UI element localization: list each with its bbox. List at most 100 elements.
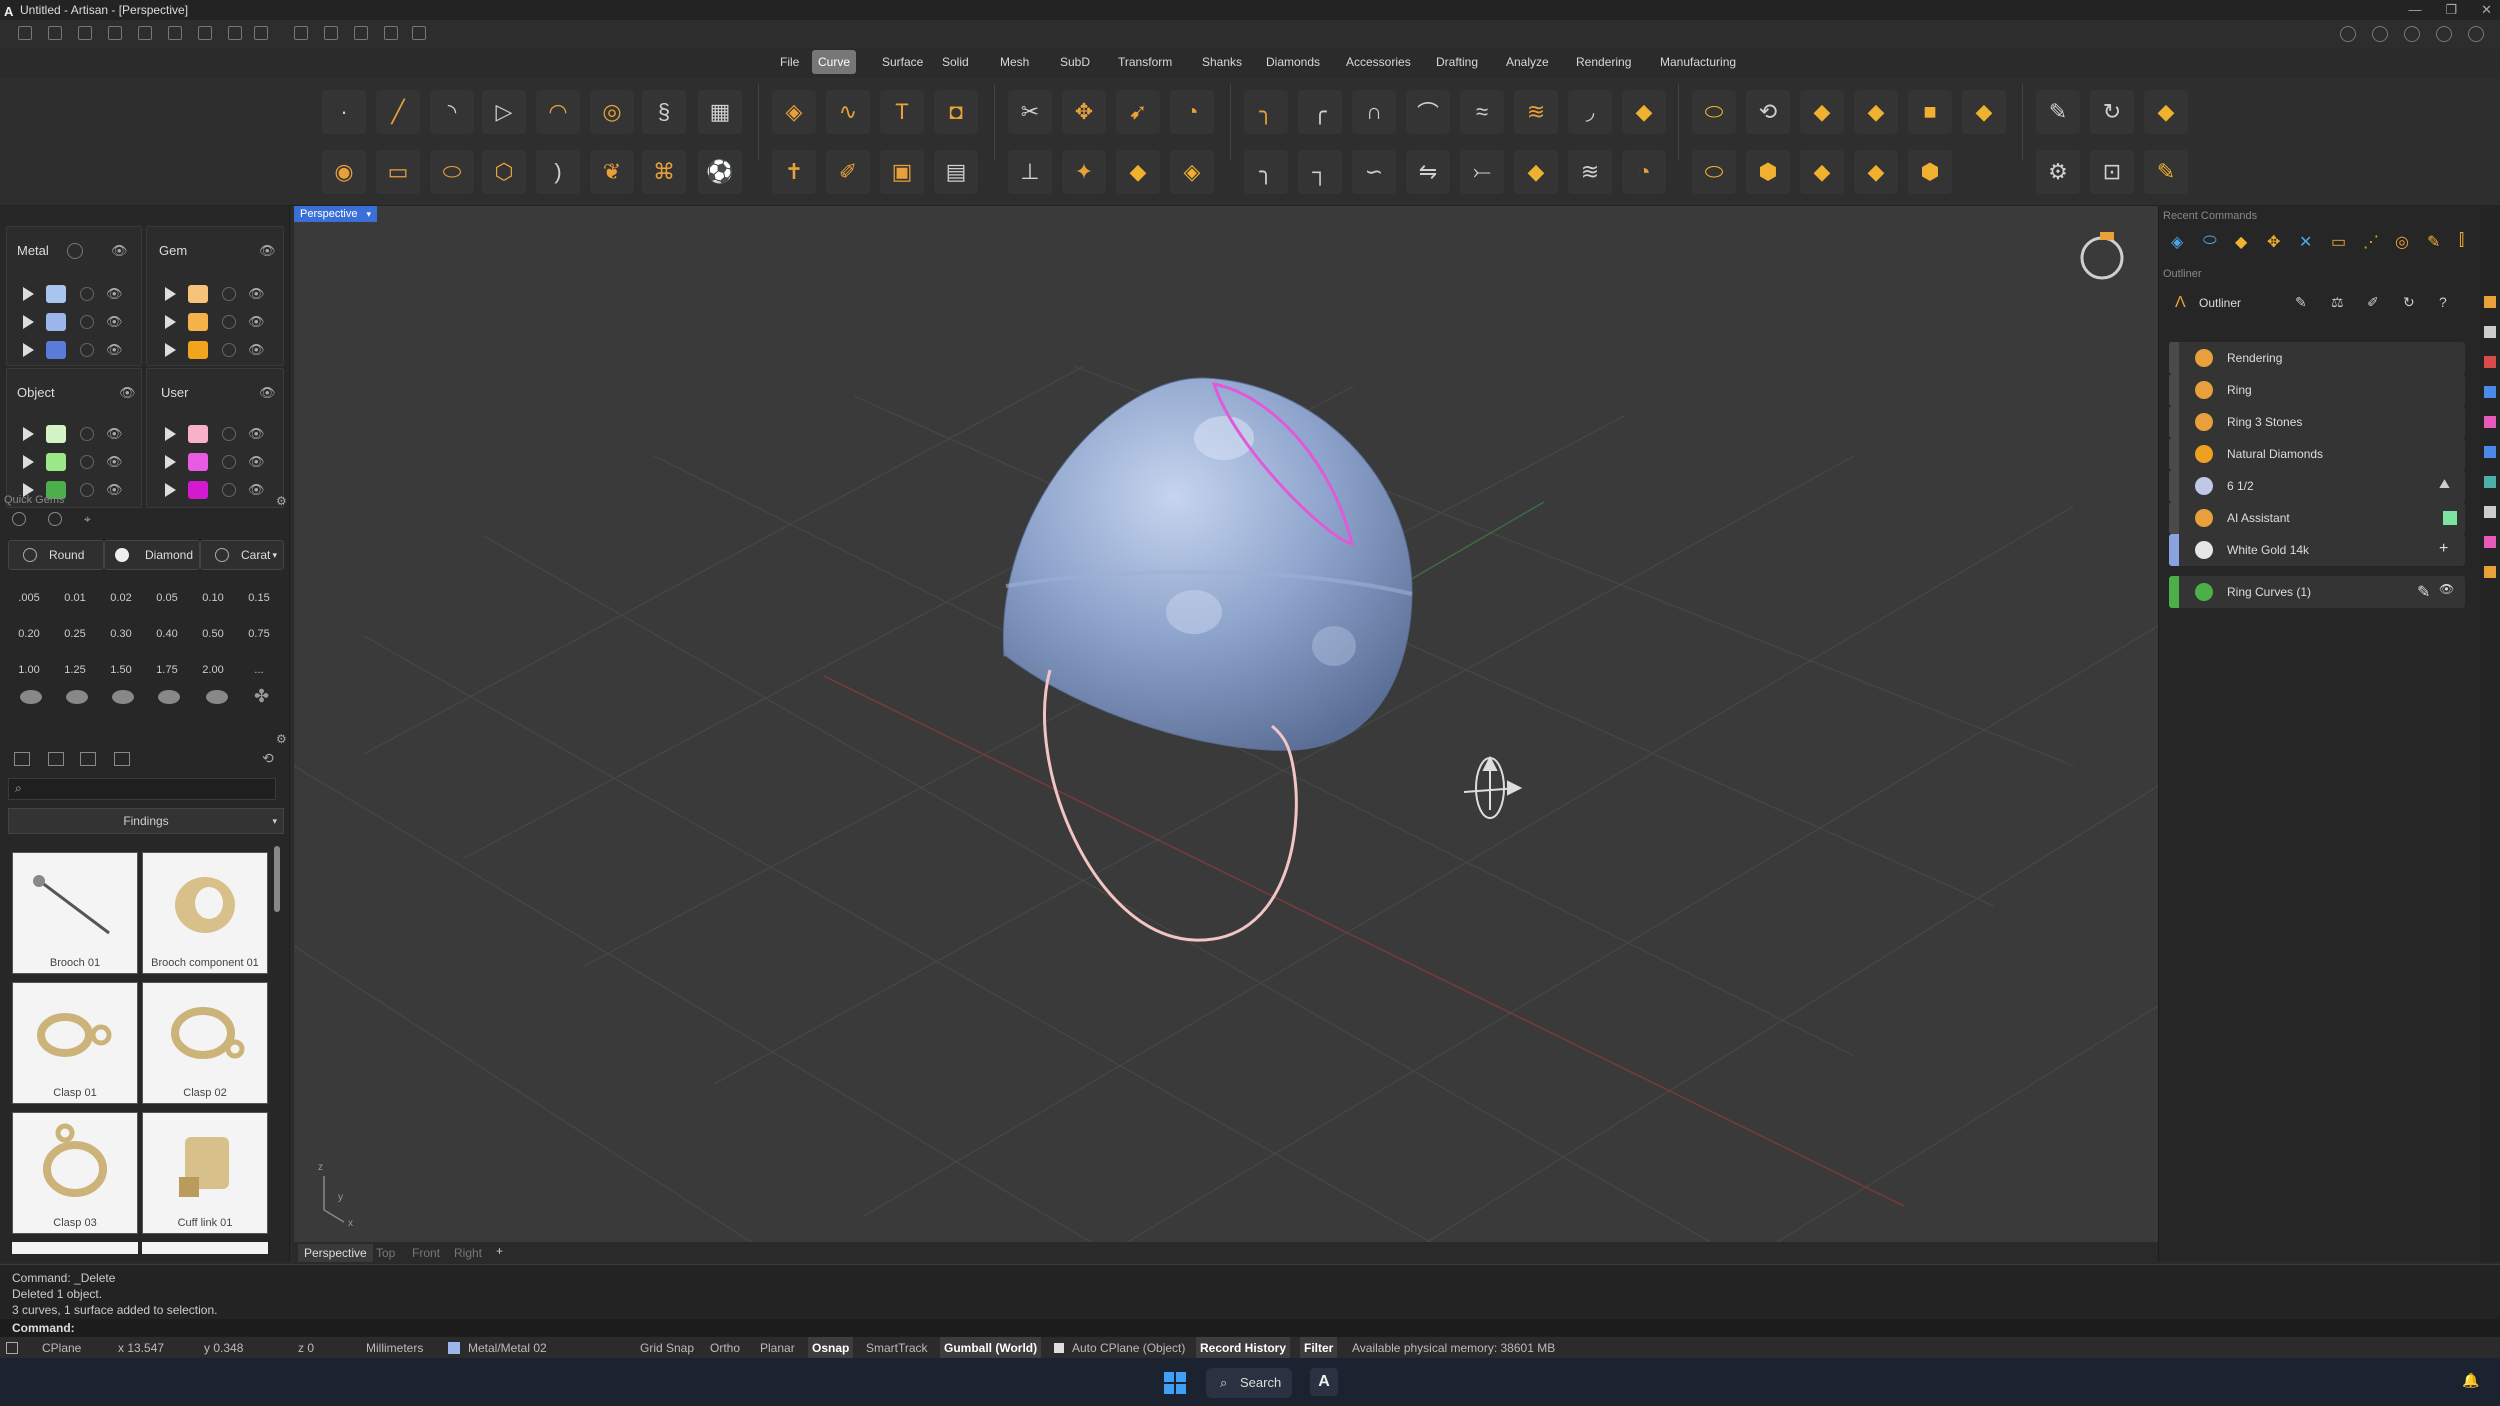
account-icon[interactable] [2340,26,2356,42]
edit-icon[interactable]: ✎ [2417,582,2435,601]
visibility-eye-icon[interactable]: 👁 [119,385,136,401]
layer-row[interactable]: 👁 [165,283,265,305]
blend-tool-icon[interactable]: ∩ [1352,90,1396,134]
sweep-tool-icon[interactable]: ◆ [1854,150,1898,194]
visibility-eye-icon[interactable]: 👁 [106,314,123,330]
outliner-row[interactable]: Ring Curves (1) ✎ 👁 [2169,576,2465,608]
carat-value-button[interactable]: 0.10 [192,584,234,612]
library-grid-icon[interactable] [114,752,130,766]
gem-preset-icon[interactable] [112,690,134,704]
gem-preset-icon[interactable] [206,690,228,704]
smooth-tool-icon[interactable]: ∽ [1352,150,1396,194]
command-input[interactable]: Command: [0,1319,2500,1337]
tab-top[interactable]: Top [376,1246,395,1260]
side-tool-icon[interactable] [2484,476,2496,488]
outliner-row[interactable]: Ring 3 Stones [2169,406,2465,438]
library-item[interactable]: Clasp 03 [12,1112,138,1234]
refresh-icon[interactable]: ↻ [2403,294,2415,311]
lock-icon[interactable] [80,455,94,469]
monitor-icon[interactable]: ▤ [934,150,978,194]
status-panel-icon[interactable] [6,1342,18,1354]
cross-tool-icon[interactable]: ✝ [772,150,816,194]
menu-drafting[interactable]: Drafting [1430,50,1484,74]
layer-row[interactable]: 👁 [23,423,123,445]
freeform-tool-icon[interactable]: ❦ [590,150,634,194]
angle-tool-icon[interactable]: ┐ [1298,150,1342,194]
menu-rendering[interactable]: Rendering [1570,50,1637,74]
cap-tool-icon[interactable]: ◔ [1622,150,1666,194]
tab-front[interactable]: Front [412,1246,440,1260]
carat-value-button[interactable]: 0.15 [238,584,280,612]
expand-triangle-icon[interactable] [23,455,34,469]
visibility-eye-icon[interactable]: 👁 [259,243,276,259]
menu-manufacturing[interactable]: Manufacturing [1654,50,1742,74]
curve-tool-icon[interactable]: ) [536,150,580,194]
layer-row[interactable]: 👁 [165,311,265,333]
library-category-dropdown[interactable]: Findings ▾ [8,808,284,834]
recent-cmd-icon[interactable]: ⬭ [2203,232,2217,250]
divide-tool-icon[interactable]: ⤚ [1460,150,1504,194]
layer-row[interactable]: 👁 [165,339,265,361]
save-as-icon[interactable] [228,26,242,40]
symmetry-tool-icon[interactable]: ⇋ [1406,150,1450,194]
layer-color-swatch[interactable] [46,341,66,359]
viewport-label[interactable]: Perspective ▾ [294,206,378,222]
rotate-view-icon[interactable]: ↻ [2090,90,2134,134]
circle-tool-icon[interactable]: ◉ [322,150,366,194]
library-folder-icon[interactable] [14,752,30,766]
gem-preset-icon[interactable] [20,690,42,704]
gem-settings-icon[interactable] [48,512,62,526]
rebuild-tool-icon[interactable]: ◞ [1568,90,1612,134]
menu-file[interactable]: File [774,50,805,74]
outliner-row[interactable]: Rendering [2169,342,2465,374]
recent-cmd-icon[interactable]: ◎ [2395,232,2409,252]
side-tool-icon[interactable] [2484,296,2496,308]
status-auto-cplane[interactable]: Auto CPlane (Object) [1068,1337,1189,1359]
visibility-eye-icon[interactable]: 👁 [248,482,265,498]
layer-row[interactable]: 👁 [23,311,123,333]
carat-value-button[interactable]: 2.00 [192,656,234,684]
extrude-tool-icon[interactable]: ◆ [1800,90,1844,134]
outliner-row[interactable]: Ring [2169,374,2465,406]
layer-row[interactable]: 👁 [23,451,123,473]
cloud-icon[interactable] [2404,26,2420,42]
ring-size-icon[interactable]: ⛰ [2439,476,2457,494]
layer-color-swatch[interactable] [46,453,66,471]
visibility-eye-icon[interactable]: 👁 [248,286,265,302]
visibility-eye-icon[interactable]: 👁 [2439,582,2457,600]
lock-icon[interactable] [222,427,236,441]
extend-tool-icon[interactable]: ➹ [1116,90,1160,134]
help-icon[interactable] [2468,26,2484,42]
outliner-row[interactable]: Natural Diamonds [2169,438,2465,470]
carat-value-button[interactable]: 0.20 [8,620,50,648]
recent-cmd-icon[interactable]: ▭ [2331,232,2346,252]
gem-shape-button[interactable]: Round [8,540,104,570]
side-tool-icon[interactable] [2484,446,2496,458]
carat-value-button[interactable]: 1.75 [146,656,188,684]
open-folder-icon[interactable] [108,26,122,40]
taskbar-search[interactable]: ⌕ Search [1206,1368,1292,1398]
library-item[interactable]: Clasp 01 [12,982,138,1104]
open-file-icon[interactable] [78,26,92,40]
redo-icon[interactable] [168,26,182,40]
library-item[interactable]: Brooch component 01 [142,852,268,974]
expand-triangle-icon[interactable] [165,455,176,469]
brush-tool-icon[interactable]: ✎ [2036,90,2080,134]
outliner-row[interactable]: White Gold 14k + [2169,534,2465,566]
image-trace-icon[interactable]: ▣ [880,150,924,194]
fillet-tool-icon[interactable]: ╮ [1244,90,1288,134]
visibility-eye-icon[interactable]: 👁 [248,454,265,470]
ball-tool-icon[interactable]: ⚽ [698,150,742,194]
export-icon[interactable] [254,26,268,40]
undo-icon[interactable] [138,26,152,40]
outliner-row[interactable]: AI Assistant [2169,502,2465,534]
lock-icon[interactable] [222,343,236,357]
cut-tool-icon[interactable]: ✂ [1008,90,1052,134]
lock-icon[interactable] [222,315,236,329]
status-filter[interactable]: Filter [1300,1337,1338,1359]
pin-icon[interactable]: ⌖ [84,512,91,527]
visibility-eye-icon[interactable]: 👁 [106,342,123,358]
layer-options-icon[interactable] [67,243,83,259]
chevron-down-icon[interactable]: ▾ [367,209,372,219]
side-tool-icon[interactable] [2484,536,2496,548]
